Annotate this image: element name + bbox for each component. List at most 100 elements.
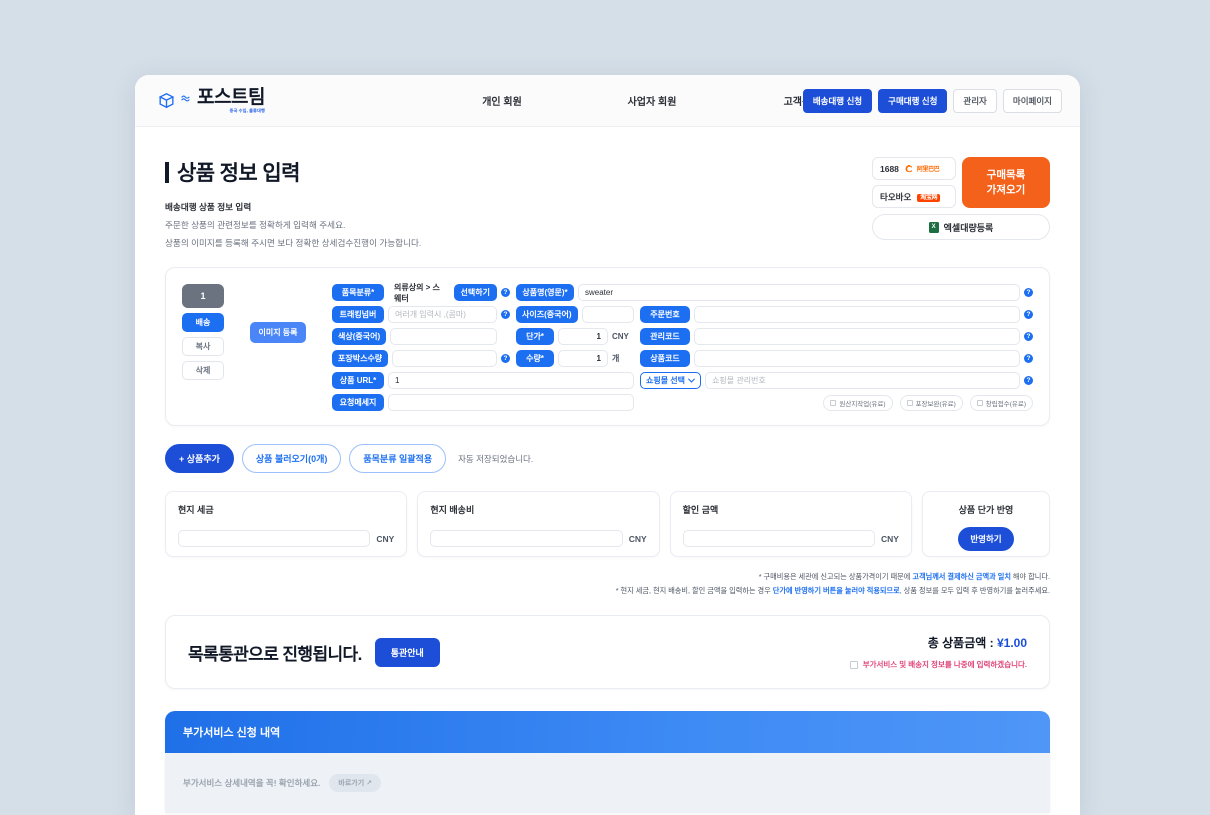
excel-file-icon: X: [928, 221, 939, 233]
row-controls: 1 배송 복사 삭제: [182, 284, 224, 411]
row-delete-button[interactable]: 삭제: [182, 361, 224, 380]
excel-bulk-upload-button[interactable]: X 엑셀대량등록: [872, 214, 1050, 240]
alibaba-1688-logo-icon: 阿里巴巴: [905, 164, 940, 173]
enter-later-label: 부가서비스 및 배송지 정보를 나중에 입력하겠습니다.: [862, 660, 1027, 670]
logo[interactable]: 포스트팀 중국 수입, 물류대행: [157, 88, 265, 113]
subtitle-strong: 배송대행 상품 정보 입력: [165, 202, 252, 212]
wave-icon: [181, 91, 192, 110]
cost-cards: 현지 세금 CNY 현지 배송비 CNY 할인 금액 CNY 상품 단가 반영 …: [165, 491, 1050, 557]
site-header: 포스트팀 중국 수입, 물류대행 개인 회원 사업자 회원 고객센터 배송대행 …: [135, 75, 1080, 127]
page-body: 상품 정보 입력 배송대행 상품 정보 입력 주문한 상품의 관련정보를 정확하…: [135, 127, 1080, 815]
total-amount: ¥1.00: [996, 636, 1027, 651]
row-copy-button[interactable]: 복사: [182, 337, 224, 356]
tracking-label: 트래킹넘버: [332, 306, 384, 323]
checkbox-enter-later[interactable]: [849, 660, 858, 669]
category-pick-button[interactable]: 선택하기: [453, 284, 497, 301]
page-title-text: 상품 정보 입력: [177, 162, 300, 185]
subtitle-line-2: 상품의 이미지를 등록해 주시면 보다 정확한 상세검수진행이 가능합니다.: [165, 238, 422, 248]
addon-detail-link[interactable]: 바로가기 ↗: [329, 774, 381, 793]
mall-select-dropdown[interactable]: 쇼핑몰 선택: [640, 372, 702, 389]
help-icon-tracking[interactable]: ?: [501, 310, 510, 319]
product-fields: 품목분류* 의류상의 > 스웨터 선택하기 ? 상품명(영문)* sweater…: [332, 283, 1033, 411]
option-repack[interactable]: 포장보완(유료): [899, 394, 963, 411]
discount-unit: CNY: [881, 533, 899, 544]
product-code-input[interactable]: [694, 350, 1020, 367]
option-warehouse-receipt[interactable]: 창립접수(유료): [969, 394, 1033, 411]
delivery-request-button[interactable]: 배송대행 신청: [802, 88, 873, 113]
subtitle-line-1: 주문한 상품의 관련정보를 정확하게 입력해 주세요.: [165, 220, 346, 230]
total-amount-row: 총 상품금액 : ¥1.00: [850, 634, 1027, 651]
total-label: 총 상품금액 :: [927, 636, 997, 651]
note-1-a: * 구매비용은 세관에 신고되는 상품가격이기 때문에: [758, 572, 913, 581]
help-icon-category[interactable]: ?: [501, 288, 510, 297]
customs-guide-button[interactable]: 통관안내: [374, 637, 440, 667]
load-product-button[interactable]: 상품 불러오기(0개): [241, 444, 342, 473]
local-shipping-input[interactable]: [430, 530, 623, 547]
mall-chip-taobao[interactable]: 타오바오 淘宝网: [872, 185, 956, 208]
header-actions: 배송대행 신청 구매대행 신청 관리자 마이페이지: [802, 88, 1062, 113]
product-action-row: + 상품추가 상품 불러오기(0개) 품목분류 일괄적용 자동 저장되었습니다.: [165, 444, 1050, 473]
admin-button[interactable]: 관리자: [953, 88, 997, 113]
checkbox-origin-work[interactable]: [830, 399, 837, 406]
title-row: 상품 정보 입력 배송대행 상품 정보 입력 주문한 상품의 관련정보를 정확하…: [135, 127, 1080, 249]
local-tax-title: 현지 세금: [178, 505, 214, 515]
discount-card: 할인 금액 CNY: [669, 491, 912, 557]
help-icon-name-en[interactable]: ?: [1024, 288, 1033, 297]
logo-subtitle: 중국 수입, 물류대행: [229, 107, 265, 113]
discount-input[interactable]: [682, 530, 876, 547]
local-tax-input[interactable]: [178, 530, 371, 547]
note-2-c: , 상품 정보를 모두 입력 후 반영하기를 눌러주세요.: [899, 585, 1050, 595]
option-origin-work[interactable]: 원산지작업(유료): [823, 394, 893, 411]
mall-code-input[interactable]: 쇼핑몰 관리번호: [705, 372, 1020, 389]
import-button-line-2: 가져오기: [986, 183, 1026, 196]
title-accent-bar: [165, 161, 169, 183]
mypage-button[interactable]: 마이페이지: [1002, 88, 1062, 113]
order-no-input[interactable]: [694, 306, 1020, 323]
apply-card-title: 상품 단가 반영: [958, 505, 1014, 515]
size-input[interactable]: [581, 306, 634, 323]
bulk-category-button[interactable]: 품목분류 일괄적용: [349, 444, 447, 473]
product-code-label: 상품코드: [640, 350, 690, 367]
color-input[interactable]: [390, 328, 497, 345]
note-line-2: * 현지 세금, 현지 배송비, 할인 금액을 입력하는 경우 단가에 반영하기…: [165, 584, 1050, 598]
nav-item-personal[interactable]: 개인 회원: [427, 87, 577, 114]
help-icon-box-qty[interactable]: ?: [501, 354, 510, 363]
import-purchase-list-button[interactable]: 구매목록 가져오기: [962, 157, 1050, 208]
nav-item-business[interactable]: 사업자 회원: [577, 87, 727, 114]
local-tax-card: 현지 세금 CNY: [165, 491, 408, 557]
help-icon-product-code[interactable]: ?: [1024, 354, 1033, 363]
row-shipping-button[interactable]: 배송: [182, 313, 224, 332]
page-title: 상품 정보 입력: [165, 157, 872, 187]
help-icon-order-no[interactable]: ?: [1024, 310, 1033, 319]
unit-price-input[interactable]: 1: [558, 328, 608, 345]
mall-chip-1688[interactable]: 1688 阿里巴巴: [872, 157, 956, 180]
note-1-c: 해야 합니다.: [1010, 572, 1050, 581]
image-upload-button[interactable]: 이미지 등록: [250, 322, 306, 343]
taobao-logo-icon: 淘宝网: [917, 192, 941, 202]
local-shipping-title: 현지 배송비: [430, 505, 475, 515]
name-en-label: 상품명(영문)*: [516, 284, 574, 301]
help-icon-mall-code[interactable]: ?: [1024, 376, 1033, 385]
manage-code-input[interactable]: [694, 328, 1020, 345]
url-input[interactable]: 1: [388, 372, 634, 389]
memo-label: 요청메세지: [332, 394, 384, 411]
option-origin-work-label: 원산지작업(유료): [839, 400, 886, 408]
note-line-1: * 구매비용은 세관에 신고되는 상품가격이기 때문에 고객님께서 결제하신 금…: [165, 570, 1050, 584]
purchase-request-button[interactable]: 구매대행 신청: [878, 88, 948, 113]
apply-unit-price-button[interactable]: 반영하기: [958, 527, 1014, 551]
checkbox-repack[interactable]: [906, 399, 913, 406]
help-icon-manage-code[interactable]: ?: [1024, 332, 1033, 341]
add-product-button[interactable]: + 상품추가: [165, 444, 234, 473]
option-warehouse-receipt-label: 창립접수(유료): [985, 400, 1026, 408]
tracking-input[interactable]: 여러개 입력시 ,(콤마): [388, 306, 497, 323]
mall-taobao-label: 타오바오: [880, 191, 912, 202]
qty-input[interactable]: 1: [558, 350, 608, 367]
box-qty-input[interactable]: [392, 350, 497, 367]
addon-section-title: 부가서비스 신청 내역: [165, 711, 1050, 754]
checkbox-warehouse-receipt[interactable]: [976, 399, 983, 406]
manage-code-label: 관리코드: [640, 328, 690, 345]
name-en-input[interactable]: sweater: [578, 284, 1020, 301]
memo-input[interactable]: [388, 394, 634, 411]
qty-unit: 개: [612, 354, 620, 363]
later-input-row[interactable]: 부가서비스 및 배송지 정보를 나중에 입력하겠습니다.: [849, 659, 1027, 670]
